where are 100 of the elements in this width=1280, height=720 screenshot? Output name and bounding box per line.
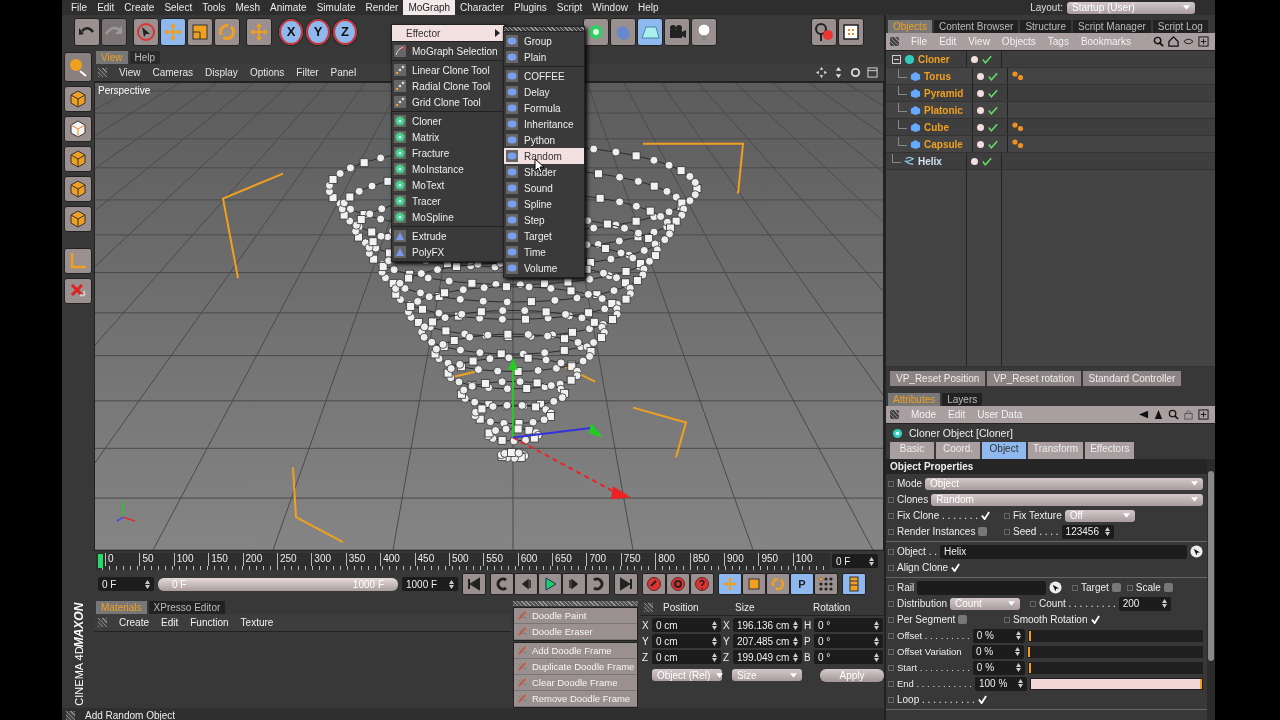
panel-tab[interactable]: XPresso Editor [148, 601, 226, 614]
menu-item[interactable]: Shader [504, 164, 584, 180]
next-key-button[interactable] [586, 573, 610, 595]
go-to-start-button[interactable] [462, 573, 486, 595]
object-name[interactable]: Torus [924, 70, 952, 82]
keyframe-toggle[interactable] [1126, 584, 1133, 591]
grip-handle[interactable] [98, 618, 107, 627]
undo-button[interactable] [74, 17, 100, 46]
menu-item[interactable]: Help [632, 0, 664, 15]
cube-tool-button[interactable] [64, 86, 92, 112]
light-bulb-button[interactable] [691, 17, 717, 46]
materials-menu-item[interactable]: Function [190, 617, 229, 628]
spinner-icon[interactable] [874, 620, 879, 630]
spinner-icon[interactable] [449, 579, 454, 589]
axis-lock-button[interactable]: Z [332, 17, 358, 46]
menu-item[interactable]: MoSpline [392, 209, 504, 225]
keyframe-toggle[interactable] [888, 696, 894, 703]
keyframe-toggle[interactable] [888, 664, 894, 671]
collapse-icon[interactable] [892, 54, 901, 64]
visibility-dot[interactable] [977, 106, 984, 114]
checkbox[interactable] [1090, 615, 1100, 624]
playhead[interactable] [98, 553, 103, 568]
grip-handle[interactable] [890, 37, 899, 46]
menu-item[interactable]: Delay [504, 84, 584, 100]
keyframe-toggle[interactable] [888, 512, 894, 519]
menu-item[interactable]: Radial Clone Tool [392, 78, 504, 94]
visibility-dot[interactable] [977, 72, 984, 80]
menu-item[interactable]: Volume [504, 260, 584, 276]
rotate-tool-button[interactable] [214, 17, 240, 46]
keyframe-toggle[interactable] [888, 616, 894, 623]
position-field[interactable]: 0 cm [652, 634, 721, 648]
slider-fill[interactable] [1028, 662, 1031, 673]
link-field[interactable]: Helix [940, 544, 1187, 559]
move-icon-button[interactable] [246, 17, 272, 46]
axis-tool-button[interactable] [64, 248, 92, 274]
up-arrow-icon[interactable] [1153, 409, 1164, 420]
object-name[interactable]: Pyramid [924, 87, 964, 99]
pan-icon[interactable] [816, 67, 827, 78]
spinner-icon[interactable] [874, 636, 879, 646]
object-name[interactable]: Cube [924, 121, 949, 133]
pick-icon[interactable] [1190, 545, 1203, 558]
menu-item[interactable]: Cloner [392, 113, 504, 129]
manager-tab[interactable]: Script Manager [1072, 20, 1151, 33]
cube-tool-button[interactable] [64, 176, 92, 202]
spinner-icon[interactable] [145, 579, 150, 589]
spinner-icon[interactable] [874, 652, 879, 662]
keyframe-toggle[interactable] [888, 680, 894, 687]
menu-item[interactable]: Matrix [392, 129, 504, 145]
menu-item[interactable]: Simulate [311, 0, 361, 15]
axis-arrow[interactable] [508, 357, 518, 439]
previous-key-button[interactable] [490, 573, 514, 595]
spinner-icon[interactable] [793, 652, 798, 662]
back-arrow-icon[interactable] [1138, 409, 1149, 420]
point-level-button[interactable] [814, 573, 838, 595]
grip-handle[interactable] [890, 410, 899, 419]
film-strip-button[interactable] [842, 573, 866, 595]
model-tool-button[interactable] [64, 52, 92, 82]
spinner-icon[interactable] [1015, 631, 1021, 640]
checkbox[interactable] [951, 563, 961, 572]
menu-item[interactable]: MoGraph Selection [392, 43, 504, 59]
keyframe-toggle[interactable] [1072, 584, 1078, 591]
home-icon[interactable] [1168, 36, 1179, 47]
size-field[interactable]: 199.049 cm [733, 650, 802, 664]
grip-handle[interactable] [512, 601, 638, 606]
position-field[interactable]: 0 cm [652, 618, 721, 632]
menu-item[interactable]: Fracture [392, 145, 504, 161]
menu-item[interactable]: MoGraph [403, 0, 456, 15]
visibility-dot[interactable] [971, 157, 978, 165]
menu-item[interactable]: Create [119, 0, 160, 15]
camera-button[interactable] [664, 17, 690, 46]
menu-item[interactable]: Render [360, 0, 404, 15]
parameter-key-button[interactable]: P [790, 573, 814, 595]
menu-item[interactable]: Python [504, 132, 584, 148]
help-button[interactable] [690, 573, 714, 595]
grip-handle[interactable] [98, 68, 107, 77]
checkbox[interactable] [1163, 583, 1173, 592]
manager-tab[interactable]: Layers [942, 393, 983, 406]
record-key-button[interactable] [642, 573, 666, 595]
keyframe-toggle[interactable] [888, 632, 894, 639]
rotation-field[interactable]: 0 ° [814, 618, 883, 632]
number-field[interactable]: 100 % [975, 676, 1027, 691]
menu-item[interactable]: Linear Clone Tool [392, 62, 504, 78]
rotation-field[interactable]: 0 ° [814, 650, 883, 664]
manager-tab[interactable]: Structure [1020, 20, 1071, 33]
position-field[interactable]: 0 cm [652, 650, 721, 664]
axis-arrow[interactable] [512, 436, 631, 500]
keyframe-toggle[interactable] [888, 648, 894, 655]
manager-tab[interactable]: Script Log [1152, 20, 1208, 33]
blob-button[interactable] [610, 17, 636, 46]
axis-arrow[interactable] [512, 422, 603, 439]
menu-item[interactable]: Effector [392, 25, 504, 41]
view-tab[interactable]: Help [129, 51, 161, 64]
spinner-icon[interactable] [793, 636, 798, 646]
render-region-button[interactable] [811, 17, 837, 46]
scale-key-button[interactable] [742, 573, 766, 595]
slider-fill[interactable] [1031, 678, 1202, 689]
keyframe-toggle[interactable] [888, 584, 894, 591]
previous-frame-button[interactable] [514, 573, 538, 595]
scale-tool-button[interactable] [187, 17, 213, 46]
number-field[interactable]: 0 % [972, 644, 1024, 659]
